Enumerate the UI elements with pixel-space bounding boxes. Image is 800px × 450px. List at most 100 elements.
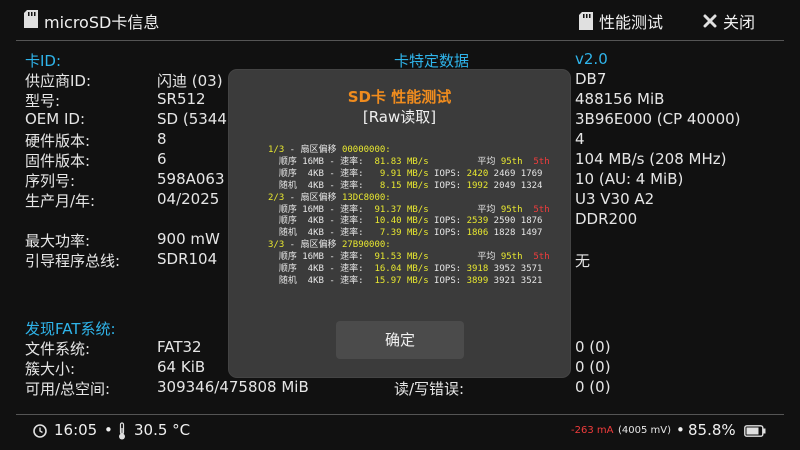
max-power-label: 最大功率: xyxy=(25,232,91,250)
row-speed: 7.39 MB/s xyxy=(369,228,429,239)
row-col-95: 95th xyxy=(495,204,523,215)
row-mode: 随机 4KB - 速率: xyxy=(268,228,370,239)
pass-offset: 27B90000: xyxy=(341,240,391,251)
row-iops-label: IOPS: xyxy=(428,264,467,275)
row-col-5: 5th xyxy=(522,204,550,215)
row-col-avg: 平均 xyxy=(466,204,496,215)
row-mode: 顺序 4KB - 速率: xyxy=(268,168,370,179)
row-col-avg: 平均 xyxy=(466,156,496,167)
result-row: 顺序 4KB - 速率: 16.04 MB/s IOPS: 3918 3952 … xyxy=(268,264,550,276)
manufacture-date-label: 生产月/年: xyxy=(25,192,96,210)
close-icon xyxy=(703,14,717,28)
csd-section-title: 卡特定数据 xyxy=(394,52,470,70)
pass-label: - 扇区偏移 xyxy=(284,145,342,155)
row-col-95: 3952 xyxy=(488,264,516,275)
row-iops-label: IOPS: xyxy=(428,228,467,239)
vendor-id-value: 闪迪 (03) xyxy=(157,72,223,90)
sd-card-icon xyxy=(24,10,38,28)
bottom-value-1: 0 (0) xyxy=(575,338,611,356)
ok-button[interactable]: 确定 xyxy=(336,321,464,359)
cluster-size-value: 64 KiB xyxy=(157,358,206,376)
row-speed: 91.53 MB/s xyxy=(369,252,429,263)
pass-index: 1/3 xyxy=(268,145,285,155)
row-col-5: 5th xyxy=(522,156,550,167)
cluster-size-label: 簇大小: xyxy=(25,360,76,378)
row-speed: 91.37 MB/s xyxy=(369,204,429,215)
dialog-subtitle: [Raw读取] xyxy=(362,108,437,126)
result-row: 顺序 4KB - 速率: 10.40 MB/s IOPS: 2539 2590 … xyxy=(268,216,550,228)
pass-header: 2/3 - 扇区偏移 13DC8000: xyxy=(268,193,550,205)
performance-test-button[interactable]: 性能测试 xyxy=(579,9,663,33)
oem-id-value: SD (5344 xyxy=(157,110,227,128)
header-divider xyxy=(16,40,784,41)
firmware-version-value: 6 xyxy=(157,150,167,168)
time: 16:05 xyxy=(54,421,98,439)
footer-separator: • xyxy=(104,421,113,439)
result-row: 顺序 16MB - 速率: 91.37 MB/s 平均 95th 5th xyxy=(268,205,550,217)
row-mode: 顺序 4KB - 速率: xyxy=(268,264,370,275)
rw-errors-value: 0 (0) xyxy=(575,378,611,396)
csd-value-class: 10 (AU: 4 MiB) xyxy=(575,170,684,188)
row-col-avg: 平均 xyxy=(466,252,496,263)
row-col-5: 3521 xyxy=(515,275,543,286)
boot-bus-label: 引导程序总线: xyxy=(25,252,121,270)
clock-icon xyxy=(33,424,47,438)
row-col-95: 2590 xyxy=(488,216,516,227)
rw-errors-label: 读/写错误: xyxy=(394,380,465,398)
battery-current: -263 mA xyxy=(571,425,614,436)
row-iops-label xyxy=(429,157,467,167)
result-row: 顺序 16MB - 速率: 91.53 MB/s 平均 95th 5th xyxy=(268,252,550,264)
row-col-95: 95th xyxy=(495,156,523,167)
row-col-95: 95th xyxy=(495,252,523,263)
close-button[interactable]: 关闭 xyxy=(703,9,755,33)
row-col-5: 1497 xyxy=(515,228,543,239)
dialog-title: SD卡 性能测试 xyxy=(347,88,452,106)
row-col-95: 2469 xyxy=(488,168,516,179)
row-col-5: 3571 xyxy=(515,264,543,275)
result-row: 顺序 4KB - 速率: 9.91 MB/s IOPS: 2420 2469 1… xyxy=(268,169,550,181)
performance-test-label: 性能测试 xyxy=(599,13,664,32)
row-col-avg: 2539 xyxy=(466,216,489,227)
row-mode: 顺序 16MB - 速率: xyxy=(268,156,370,167)
thermometer-icon xyxy=(119,422,125,440)
bottom-value-2: 0 (0) xyxy=(575,358,611,376)
row-iops-label: IOPS: xyxy=(428,216,467,227)
serial-number-value: 598A063 xyxy=(157,170,225,188)
battery-icon xyxy=(744,425,766,437)
benchmark-results: 1/3 - 扇区偏移 00000000: 顺序 16MB - 速率: 81.83… xyxy=(268,145,550,288)
result-row: 随机 4KB - 速率: 15.97 MB/s IOPS: 3899 3921 … xyxy=(268,276,550,288)
pass-label: - 扇区偏移 xyxy=(284,192,342,203)
row-iops-label: IOPS: xyxy=(428,180,467,191)
fat-section-title: 发现FAT系统: xyxy=(25,320,116,338)
vendor-id-label: 供应商ID: xyxy=(25,72,92,90)
row-iops-label: IOPS: xyxy=(428,275,467,286)
model-label: 型号: xyxy=(25,92,61,110)
firmware-version-label: 固件版本: xyxy=(25,152,91,170)
row-iops-label: IOPS: xyxy=(428,168,467,179)
pass-offset: 13DC8000: xyxy=(341,192,391,203)
csd-value-4: 4 xyxy=(575,130,585,148)
row-col-avg: 2420 xyxy=(466,168,489,179)
close-label: 关闭 xyxy=(723,13,756,32)
footer-separator: • xyxy=(676,421,685,439)
sd-card-icon xyxy=(579,12,593,30)
row-col-avg: 1806 xyxy=(466,228,489,239)
csd-value-speed: 104 MB/s (208 MHz) xyxy=(575,150,727,168)
max-power-value: 900 mW xyxy=(157,230,220,248)
temperature: 30.5 °C xyxy=(134,421,191,439)
row-col-avg: 1992 xyxy=(466,180,489,191)
result-row: 随机 4KB - 速率: 7.39 MB/s IOPS: 1806 1828 1… xyxy=(268,228,550,240)
model-value: SR512 xyxy=(157,90,206,108)
row-speed: 10.40 MB/s xyxy=(369,216,429,227)
row-col-95: 3921 xyxy=(488,275,516,286)
serial-number-label: 序列号: xyxy=(25,172,76,190)
pass-index: 2/3 xyxy=(268,192,285,203)
row-speed: 81.83 MB/s xyxy=(369,156,429,167)
csd-value-ddr: DDR200 xyxy=(575,210,638,228)
row-col-5: 1324 xyxy=(515,180,543,191)
row-speed: 15.97 MB/s xyxy=(369,275,429,286)
free-total-space-label: 可用/总空间: xyxy=(25,380,111,398)
battery-percent: 85.8% xyxy=(688,421,736,439)
row-iops-label xyxy=(429,252,467,262)
boot-bus-value: SDR104 xyxy=(157,250,218,268)
